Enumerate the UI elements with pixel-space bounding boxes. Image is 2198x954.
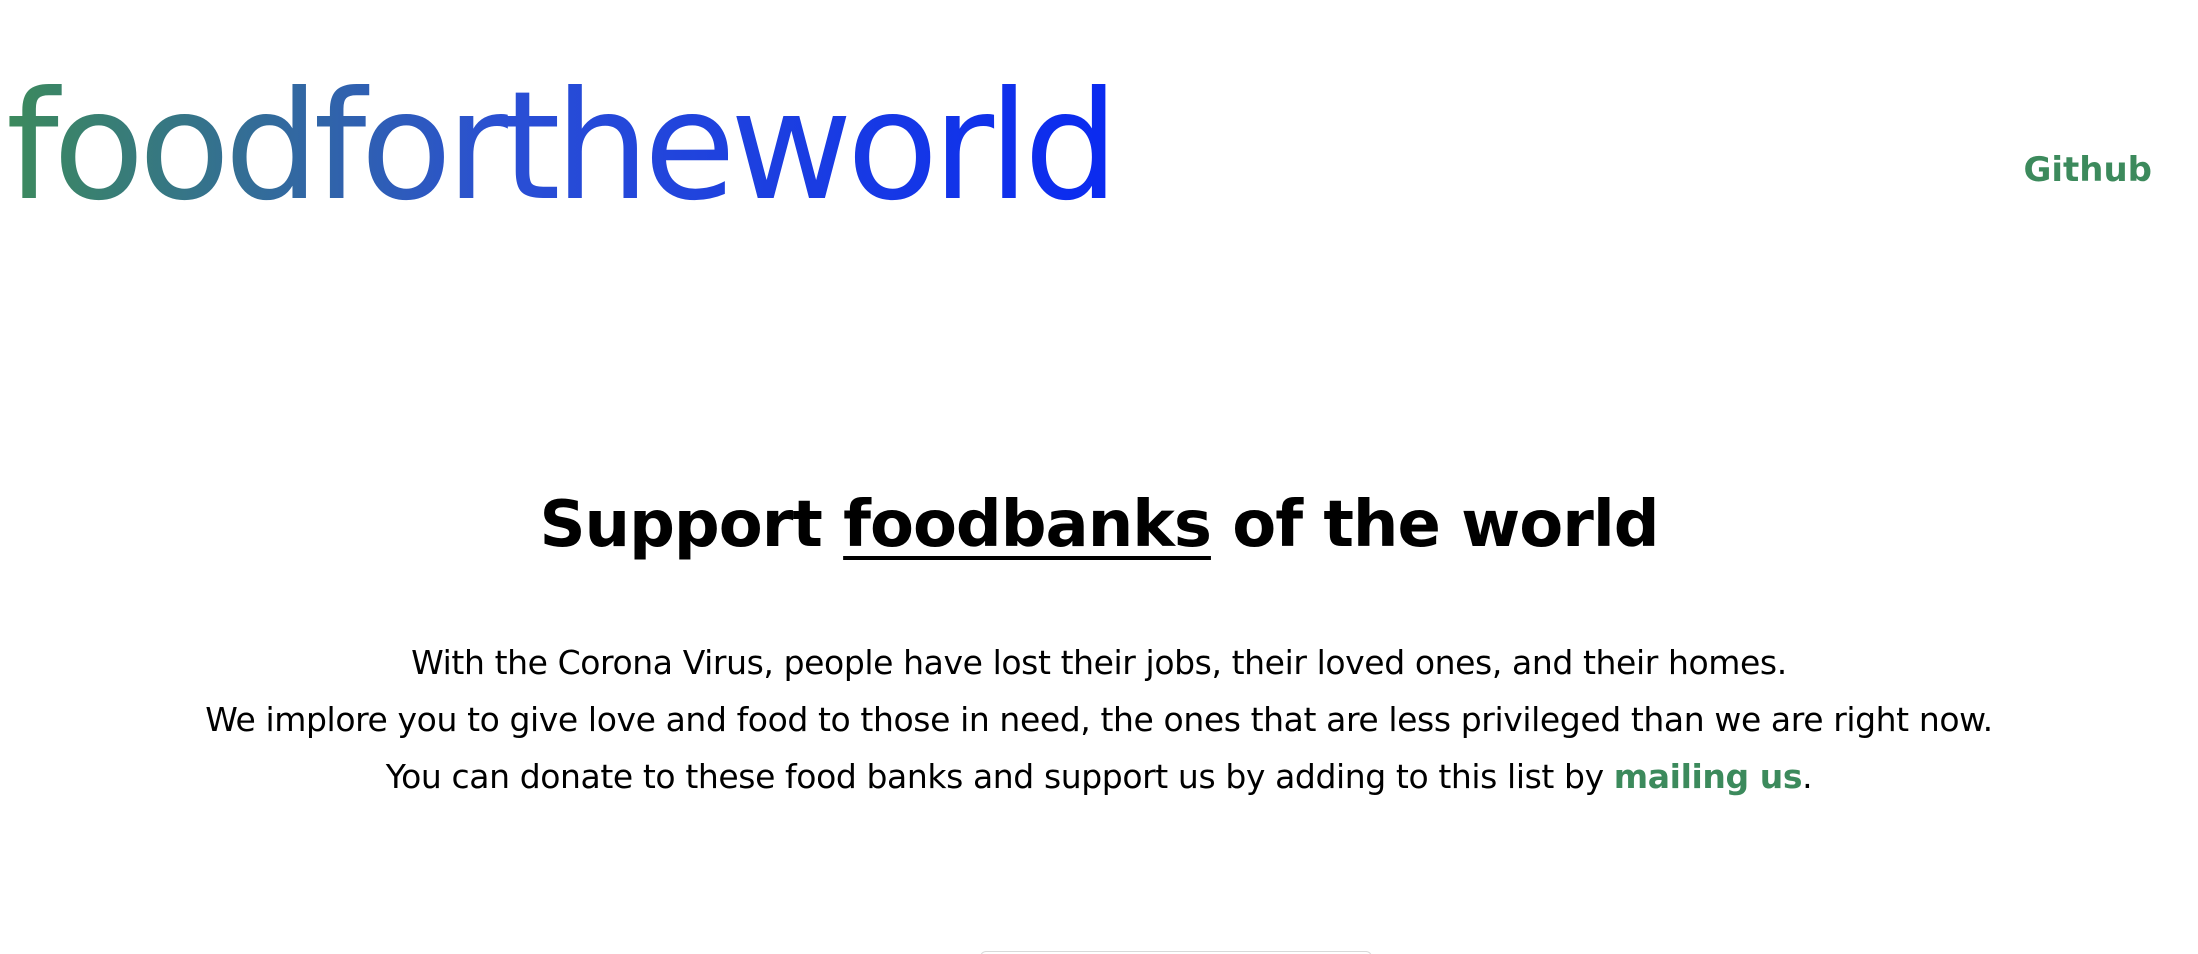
hero-line-2: We implore you to give love and food to … [205, 700, 1993, 739]
hero-title-foodbanks: foodbanks [843, 488, 1212, 562]
hero-line-3-text: You can donate to these food banks and s… [385, 757, 1614, 796]
hero-title: Support foodbanks of the world [0, 480, 2198, 570]
github-link[interactable]: Github [2023, 150, 2152, 190]
hero-section: Support foodbanks of the world With the … [0, 480, 2198, 805]
hero-line-3-period: . [1802, 757, 1813, 796]
site-header: foodfortheworld Github [0, 0, 2198, 260]
hero-title-start: Support [539, 488, 844, 562]
page: foodfortheworld Github Support foodbanks… [0, 0, 2198, 954]
mailing-us-link[interactable]: mailing us [1614, 757, 1803, 796]
hero-line-3: You can donate to these food banks and s… [0, 748, 2198, 805]
hero-line-1: With the Corona Virus, people have lost … [411, 643, 1787, 682]
hero-description: With the Corona Virus, people have lost … [0, 634, 2198, 805]
hero-title-end: of the world [1210, 488, 1659, 562]
site-logo[interactable]: foodfortheworld [6, 72, 1119, 222]
